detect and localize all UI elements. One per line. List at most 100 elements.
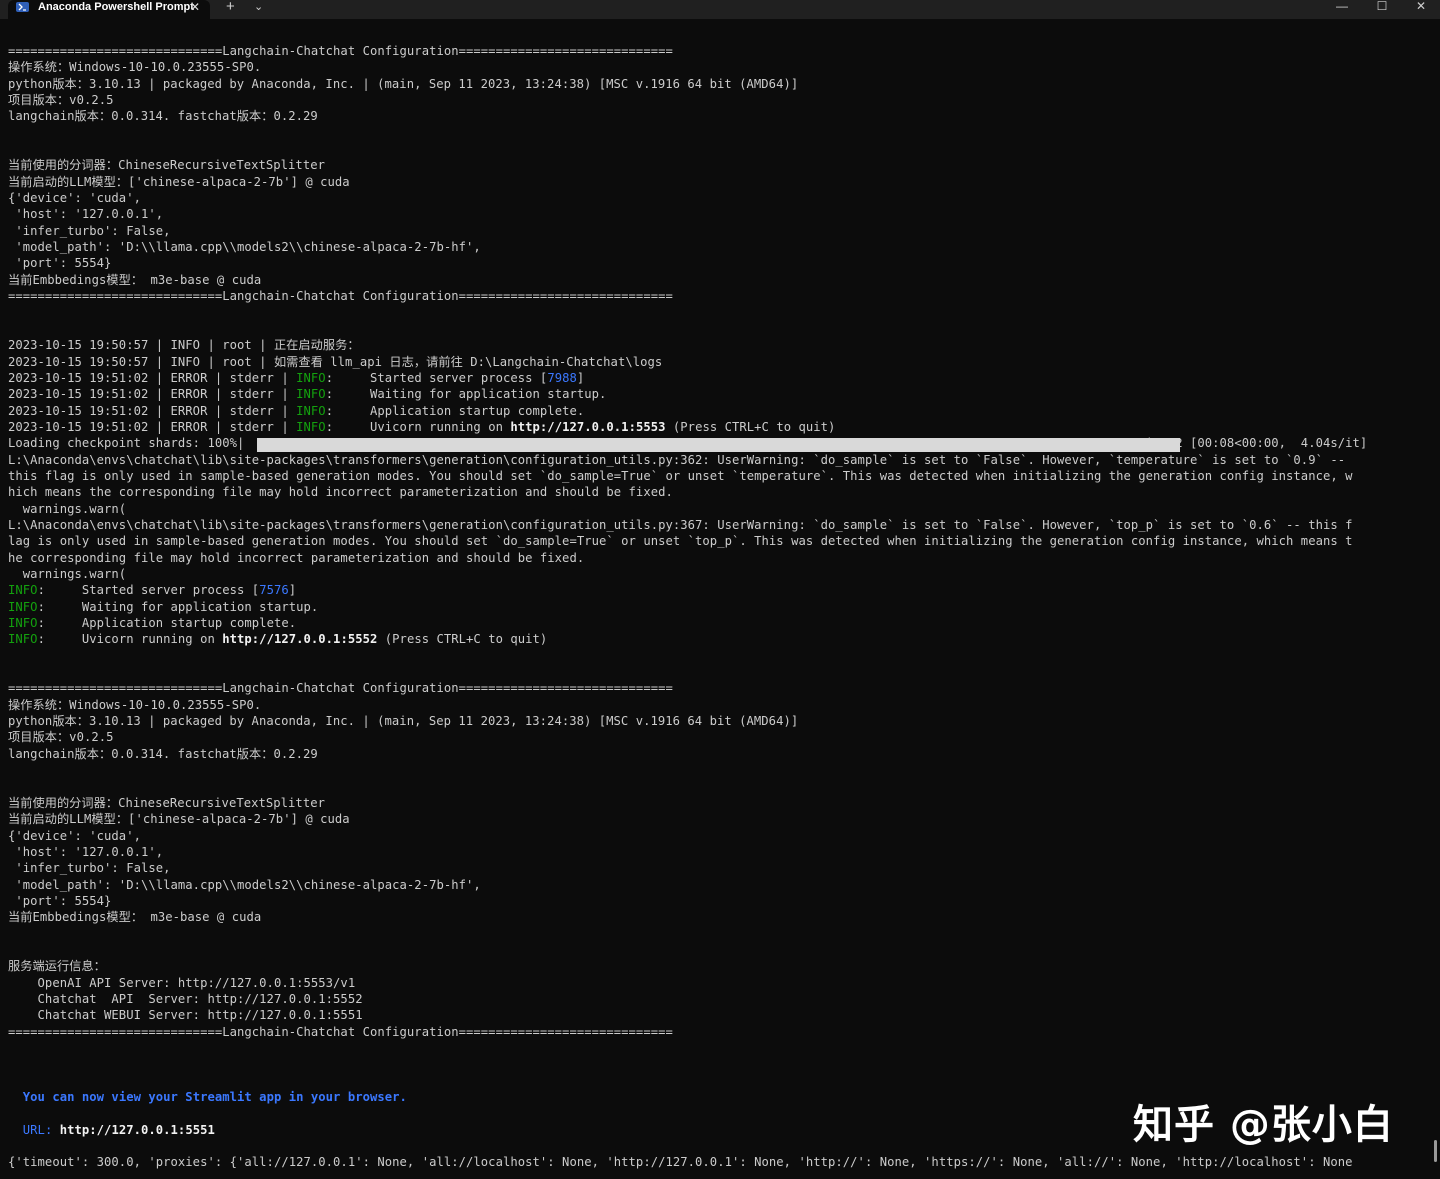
terminal-text: 当前使用的分词器：ChineseRecursiveTextSplitter: [8, 795, 325, 810]
terminal-line: 当前Embbedings模型： m3e-base @ cuda: [8, 272, 1432, 288]
terminal-text: 操作系统：Windows-10-10.0.23555-SP0.: [8, 697, 262, 712]
terminal-line: OpenAI API Server: http://127.0.0.1:5553…: [8, 975, 1432, 991]
terminal-line: warnings.warn(: [8, 566, 1432, 582]
terminal-info-text: INFO: [296, 403, 326, 418]
terminal-line: {'device': 'cuda',: [8, 828, 1432, 844]
terminal-text: {'device': 'cuda',: [8, 828, 141, 843]
terminal-text: python版本：3.10.13 | packaged by Anaconda,…: [8, 76, 799, 91]
terminal-text: L:\Anaconda\envs\chatchat\lib\site-packa…: [8, 517, 1353, 532]
maximize-button[interactable]: ☐: [1372, 0, 1392, 13]
terminal-line: 'infer_turbo': False,: [8, 223, 1432, 239]
terminal-text: =============================Langchain-C…: [8, 44, 673, 58]
terminal-line: INFO: Application startup complete.: [8, 615, 1432, 631]
new-tab-button[interactable]: +: [226, 0, 235, 15]
terminal-text: 'port': 5554}: [8, 893, 112, 908]
terminal-text: 当前Embbedings模型： m3e-base @ cuda: [8, 272, 262, 287]
terminal-output[interactable]: =============================Langchain-C…: [8, 43, 1432, 1171]
close-tab-icon[interactable]: ✕: [190, 0, 200, 14]
terminal-line: langchain版本：0.0.314. fastchat版本：0.2.29: [8, 746, 1432, 762]
terminal-info-text: INFO: [296, 370, 326, 385]
terminal-info-text: INFO: [8, 583, 38, 598]
terminal-line: this flag is only used in sample-based g…: [8, 468, 1432, 484]
terminal-text: 项目版本：v0.2.5: [8, 93, 114, 108]
terminal-info-text: INFO: [8, 599, 38, 614]
terminal-bold-text[interactable]: http://127.0.0.1:5552: [222, 632, 377, 646]
terminal-line: INFO: Waiting for application startup.: [8, 599, 1432, 615]
terminal-line: 操作系统：Windows-10-10.0.23555-SP0.: [8, 697, 1432, 713]
terminal-text: : Application startup complete.: [325, 403, 585, 418]
terminal-line: he corresponding file may hold incorrect…: [8, 550, 1432, 566]
terminal-line: L:\Anaconda\envs\chatchat\lib\site-packa…: [8, 452, 1432, 468]
terminal-text: 当前启动的LLM模型：['chinese-alpaca-2-7b'] @ cud…: [8, 812, 350, 827]
terminal-line: INFO: Uvicorn running on http://127.0.0.…: [8, 631, 1432, 647]
terminal-text: 项目版本：v0.2.5: [8, 730, 114, 745]
terminal-text: 'host': '127.0.0.1',: [8, 844, 164, 859]
terminal-bold-text[interactable]: http://127.0.0.1:5553: [510, 420, 665, 434]
terminal-line: 'host': '127.0.0.1',: [8, 206, 1432, 222]
terminal-dim-text: URL:: [22, 1122, 53, 1137]
terminal-text: 2023-10-15 19:51:02 | ERROR | stderr |: [8, 387, 297, 402]
terminal-info-text: INFO: [8, 632, 38, 647]
terminal-blue-text: You can now view your Streamlit app in y…: [22, 1090, 407, 1104]
terminal-text: python版本：3.10.13 | packaged by Anaconda,…: [8, 714, 799, 729]
terminal-text: 当前使用的分词器：ChineseRecursiveTextSplitter: [8, 158, 325, 173]
terminal-text: warnings.warn(: [8, 501, 127, 516]
terminal-line: 'port': 5554}: [8, 893, 1432, 909]
terminal-line: python版本：3.10.13 | packaged by Anaconda,…: [8, 76, 1432, 92]
terminal-text: 2023-10-15 19:51:02 | ERROR | stderr |: [8, 370, 297, 385]
close-window-button[interactable]: ✕: [1411, 0, 1431, 13]
terminal-line: warnings.warn(: [8, 501, 1432, 517]
terminal-line: 服务端运行信息：: [8, 958, 1432, 974]
terminal-info-text: INFO: [296, 419, 326, 434]
terminal-line: =============================Langchain-C…: [8, 43, 1432, 59]
terminal-text: : Started server process [: [325, 370, 548, 385]
terminal-info-text: INFO: [296, 387, 326, 402]
terminal-text: ]: [288, 583, 297, 598]
terminal-info-text: INFO: [8, 616, 38, 631]
terminal-text: 'infer_turbo': False,: [8, 223, 171, 238]
tab-title: Anaconda Powershell Prompt: [38, 1, 194, 13]
terminal-line: {'timeout': 300.0, 'proxies': {'all://12…: [8, 1154, 1432, 1170]
minimize-button[interactable]: —: [1332, 0, 1352, 13]
terminal-text: =============================Langchain-C…: [8, 681, 673, 696]
powershell-icon: [16, 2, 29, 12]
terminal-line: =============================Langchain-C…: [8, 680, 1432, 696]
terminal-line: hich means the corresponding file may ho…: [8, 484, 1432, 500]
terminal-text: 'model_path': 'D:\\llama.cpp\\models2\\c…: [8, 240, 481, 255]
terminal-line: Chatchat API Server: http://127.0.0.1:55…: [8, 991, 1432, 1007]
terminal-text: ]: [576, 370, 585, 385]
terminal-text: 2023-10-15 19:51:02 | ERROR | stderr |: [8, 403, 297, 418]
terminal-line: 当前启动的LLM模型：['chinese-alpaca-2-7b'] @ cud…: [8, 174, 1432, 190]
terminal-line: 当前使用的分词器：ChineseRecursiveTextSplitter: [8, 795, 1432, 811]
terminal-pid-text: 7988: [547, 370, 577, 385]
terminal-line: =============================Langchain-C…: [8, 1024, 1432, 1040]
scrollbar[interactable]: [1434, 1140, 1437, 1162]
terminal-bold-text[interactable]: http://127.0.0.1:5551: [60, 1123, 215, 1137]
terminal-line: 2023-10-15 19:50:57 | INFO | root | 如需查看…: [8, 354, 1432, 370]
terminal-text: Chatchat WEBUI Server: http://127.0.0.1:…: [8, 1008, 363, 1023]
terminal-text: =============================Langchain-C…: [8, 1024, 673, 1039]
terminal-text: : Uvicorn running on: [325, 419, 511, 434]
terminal-text: he corresponding file may hold incorrect…: [8, 550, 585, 565]
terminal-line: 'infer_turbo': False,: [8, 860, 1432, 876]
terminal-line: 2023-10-15 19:51:02 | ERROR | stderr | I…: [8, 419, 1432, 435]
chevron-down-icon[interactable]: ⌄: [254, 0, 263, 13]
terminal-text: hich means the corresponding file may ho…: [8, 485, 673, 500]
tab-anaconda-powershell[interactable]: Anaconda Powershell Prompt ✕: [8, 0, 210, 19]
zhihu-watermark: 知乎 @张小白: [1133, 1102, 1394, 1148]
terminal-line: 当前启动的LLM模型：['chinese-alpaca-2-7b'] @ cud…: [8, 811, 1432, 827]
terminal-text: 'host': '127.0.0.1',: [8, 207, 164, 222]
terminal-text: 2023-10-15 19:51:02 | ERROR | stderr |: [8, 419, 297, 434]
terminal-line: 当前Embbedings模型： m3e-base @ cuda: [8, 909, 1432, 925]
